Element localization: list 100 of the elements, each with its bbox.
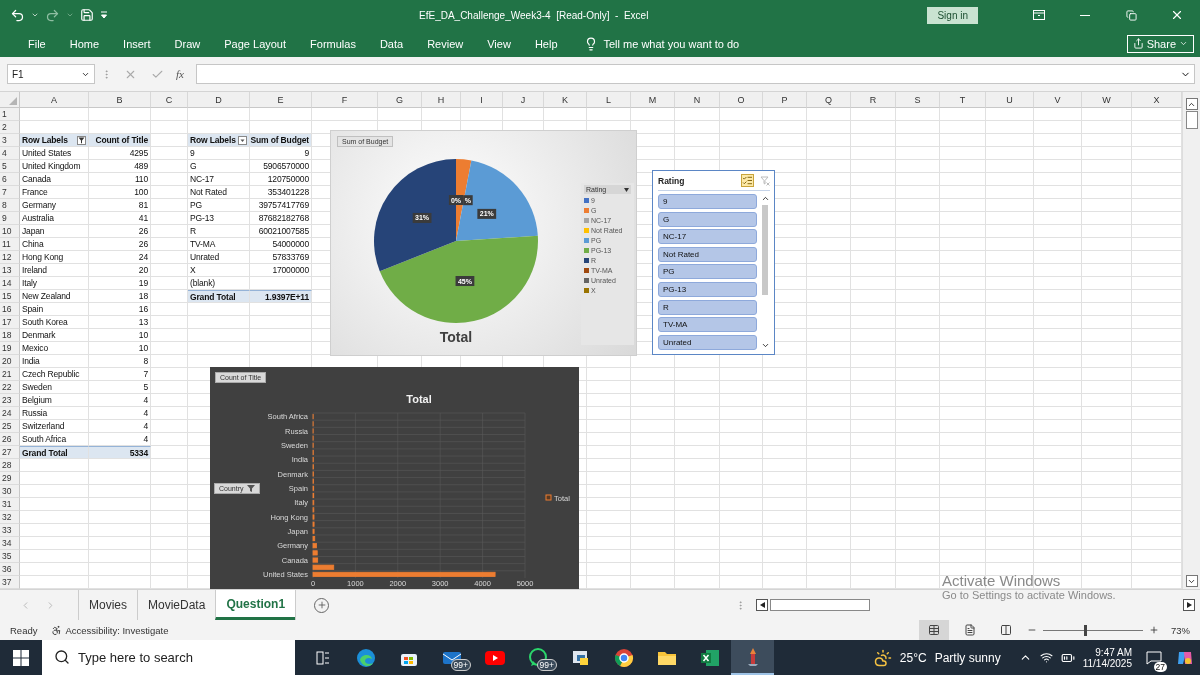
row-header[interactable]: 7 bbox=[0, 186, 20, 199]
column-header[interactable]: U bbox=[986, 92, 1034, 108]
customize-icon[interactable] bbox=[100, 11, 108, 19]
row-header[interactable]: 30 bbox=[0, 485, 20, 498]
row-header[interactable]: 18 bbox=[0, 329, 20, 342]
row-header[interactable]: 2 bbox=[0, 121, 20, 134]
notification-button[interactable]: 27 bbox=[1140, 642, 1168, 673]
search-field[interactable]: Type here to search bbox=[42, 640, 295, 675]
column-header[interactable]: K bbox=[544, 92, 587, 108]
insert-function-button[interactable]: fx bbox=[176, 68, 184, 80]
row-header[interactable]: 8 bbox=[0, 199, 20, 212]
slicer-item[interactable]: Unrated bbox=[658, 334, 757, 350]
row-header[interactable]: 35 bbox=[0, 550, 20, 563]
row-header[interactable]: 21 bbox=[0, 368, 20, 381]
tell-me-search[interactable]: Tell me what you want to do bbox=[577, 35, 746, 52]
ribbon-tab[interactable]: Home bbox=[57, 37, 112, 50]
row-header[interactable]: 26 bbox=[0, 433, 20, 446]
formula-input[interactable] bbox=[195, 64, 1195, 84]
row-header[interactable]: 1 bbox=[0, 108, 20, 121]
row-header[interactable]: 22 bbox=[0, 381, 20, 394]
column-header[interactable]: C bbox=[151, 92, 188, 108]
column-header[interactable]: T bbox=[940, 92, 986, 108]
wifi-icon[interactable] bbox=[1039, 651, 1053, 664]
row-header[interactable]: 28 bbox=[0, 459, 20, 472]
ribbon-tab[interactable]: Review bbox=[415, 37, 476, 50]
row-header[interactable]: 13 bbox=[0, 264, 20, 277]
slicer-item[interactable]: NC-17 bbox=[658, 229, 757, 245]
row-header[interactable]: 31 bbox=[0, 498, 20, 511]
row-header[interactable]: 34 bbox=[0, 537, 20, 550]
row-header[interactable]: 9 bbox=[0, 212, 20, 225]
column-header[interactable]: N bbox=[675, 92, 720, 108]
multi-select-button[interactable] bbox=[741, 174, 754, 187]
ribbon-tab[interactable]: View bbox=[475, 37, 523, 50]
column-header[interactable]: O bbox=[720, 92, 763, 108]
row-header[interactable]: 29 bbox=[0, 472, 20, 485]
ribbon-tab[interactable]: Formulas bbox=[298, 37, 368, 50]
save-icon[interactable] bbox=[80, 8, 94, 22]
row-header[interactable]: 5 bbox=[0, 160, 20, 173]
ribbon-tab[interactable]: Page Layout bbox=[212, 37, 299, 50]
row-header[interactable]: 3 bbox=[0, 134, 20, 147]
row-header[interactable]: 14 bbox=[0, 277, 20, 290]
ribbon-tab[interactable]: Help bbox=[522, 37, 570, 50]
column-header[interactable]: V bbox=[1034, 92, 1082, 108]
normal-view-button[interactable] bbox=[919, 620, 949, 640]
slicer-item[interactable]: R bbox=[658, 299, 757, 315]
scroll-up-button[interactable] bbox=[1185, 98, 1198, 110]
ribbon-tab[interactable]: Data bbox=[367, 37, 416, 50]
column-header[interactable]: F bbox=[312, 92, 378, 108]
sign-in-button[interactable]: Sign in bbox=[927, 6, 978, 24]
clock[interactable]: 9:47 AM 11/14/2025 bbox=[1082, 646, 1132, 669]
column-header[interactable]: E bbox=[250, 92, 312, 108]
column-header[interactable]: B bbox=[89, 92, 151, 108]
caret-icon[interactable] bbox=[31, 11, 39, 19]
accessibility-status[interactable]: Accessibility: Investigate bbox=[65, 624, 169, 636]
ribbon-tab[interactable]: Insert bbox=[111, 37, 163, 50]
slicer-item[interactable]: PG-13 bbox=[658, 281, 757, 297]
row-header[interactable]: 25 bbox=[0, 420, 20, 433]
slicer-item[interactable]: G bbox=[658, 211, 757, 227]
scroll-left-button[interactable] bbox=[756, 599, 768, 611]
column-header[interactable]: I bbox=[461, 92, 503, 108]
scrollbar-thumb[interactable] bbox=[762, 205, 768, 295]
column-header[interactable]: D bbox=[188, 92, 250, 108]
row-header[interactable]: 37 bbox=[0, 576, 20, 589]
taskbar-button[interactable]: 99+ bbox=[430, 640, 473, 675]
row-header[interactable]: 24 bbox=[0, 407, 20, 420]
slicer-item[interactable]: 9 bbox=[658, 194, 757, 209]
weather-icon[interactable] bbox=[873, 648, 892, 667]
row-header[interactable]: 17 bbox=[0, 316, 20, 329]
zoom-in-icon[interactable] bbox=[1149, 625, 1159, 635]
column-header[interactable]: X bbox=[1132, 92, 1182, 108]
scroll-down-button[interactable] bbox=[1185, 575, 1198, 587]
row-header[interactable]: 36 bbox=[0, 563, 20, 576]
slicer-item[interactable]: TV-MA bbox=[658, 317, 757, 333]
column-header[interactable]: P bbox=[763, 92, 807, 108]
scrollbar-thumb[interactable] bbox=[770, 599, 870, 611]
sheet-tab[interactable]: Question1 bbox=[215, 590, 296, 620]
scrollbar-thumb[interactable] bbox=[1185, 111, 1198, 129]
slicer-item[interactable]: PG bbox=[658, 264, 757, 280]
column-header[interactable]: G bbox=[378, 92, 422, 108]
row-header[interactable]: 6 bbox=[0, 173, 20, 186]
column-header[interactable]: A bbox=[20, 92, 89, 108]
row-header[interactable]: 12 bbox=[0, 251, 20, 264]
taskbar-button[interactable]: 99+ bbox=[516, 640, 559, 675]
ribbon-tab[interactable]: File bbox=[16, 37, 58, 50]
slicer-item[interactable]: Not Rated bbox=[658, 246, 757, 262]
column-header[interactable]: Q bbox=[807, 92, 851, 108]
row-header[interactable]: 27 bbox=[0, 446, 20, 459]
zoom-level[interactable]: 73% bbox=[1171, 624, 1190, 636]
row-header[interactable]: 11 bbox=[0, 238, 20, 251]
name-box[interactable]: F1 bbox=[7, 64, 95, 84]
row-header[interactable]: 20 bbox=[0, 355, 20, 368]
column-header[interactable]: R bbox=[851, 92, 896, 108]
filter-icon[interactable] bbox=[77, 135, 86, 145]
undo-icon[interactable] bbox=[10, 7, 25, 23]
column-header[interactable]: M bbox=[631, 92, 675, 108]
zoom-thumb[interactable] bbox=[1084, 624, 1087, 636]
row-header[interactable]: 19 bbox=[0, 342, 20, 355]
scroll-right-button[interactable] bbox=[1183, 599, 1195, 611]
column-header[interactable]: W bbox=[1082, 92, 1132, 108]
row-header[interactable]: 16 bbox=[0, 303, 20, 316]
